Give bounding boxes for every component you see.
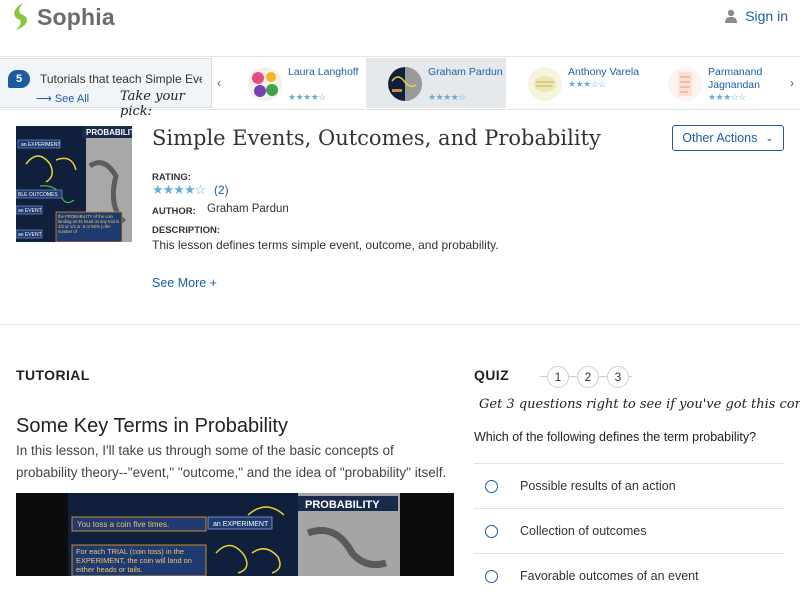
- thumb-label-event-2: an EVENT: [18, 232, 42, 238]
- sign-in-link[interactable]: Sign in: [725, 8, 788, 24]
- see-all-label: See All: [54, 93, 90, 105]
- tutor-name: Parmanand Jagnandan: [708, 66, 763, 91]
- radio-button[interactable]: [485, 569, 498, 583]
- sophia-leaf-icon: [14, 3, 28, 30]
- quiz-question: Which of the following defines the term …: [474, 430, 757, 444]
- thumb-probability-note: the PROBABILITY of the coin landing on i…: [58, 214, 119, 234]
- tutorial-intro: In this lesson, I'll take us through som…: [16, 443, 447, 480]
- tutorial-card-anthony[interactable]: Anthony Varela ★★★☆☆: [506, 58, 646, 108]
- chevron-right-icon: ›: [790, 76, 794, 90]
- lesson-overview: PROBABILITY an EXPERIMENT BLE OUTCOMES a…: [0, 110, 800, 325]
- author-name: Graham Pardun: [207, 203, 289, 215]
- tutorial-count-badge: 5: [8, 70, 30, 88]
- radio-button[interactable]: [485, 479, 498, 493]
- chevron-left-icon: ‹: [217, 76, 221, 90]
- quiz-step-2[interactable]: 2: [577, 366, 599, 388]
- quiz-option[interactable]: Possible results of an action: [474, 463, 784, 508]
- tutorial-video-player[interactable]: PROBABILITY You toss a coin five times. …: [16, 493, 454, 576]
- quiz-option-text: Favorable outcomes of an event: [520, 569, 699, 583]
- tutorial-thumbnail: [668, 67, 702, 101]
- tutorial-thumbnail: [248, 67, 282, 101]
- thumb-label-experiment: an EXPERIMENT: [21, 142, 60, 148]
- tutor-rating-stars: ★★★☆☆: [568, 79, 606, 89]
- tutorial-card-parmanand[interactable]: Parmanand Jagnandan ★★★☆☆: [646, 58, 786, 108]
- thumb-label-event: an EVENT: [18, 208, 42, 214]
- lesson-description: This lesson defines terms simple event, …: [152, 238, 499, 252]
- tutorial-card-graham[interactable]: Graham Pardun ★★★★☆: [366, 58, 506, 108]
- quiz-option-text: Collection of outcomes: [520, 524, 647, 538]
- quiz-step-1[interactable]: 1: [547, 366, 569, 388]
- tutor-name: Laura Langhoff: [288, 66, 359, 78]
- rating-count-link[interactable]: (2): [214, 183, 229, 197]
- user-icon: [725, 9, 738, 23]
- description-label: DESCRIPTION:: [152, 225, 221, 236]
- thumb-label-outcomes: BLE OUTCOMES: [18, 192, 58, 198]
- tutorial-card-laura[interactable]: Laura Langhoff ★★★★☆: [226, 58, 366, 108]
- carousel-prev-button[interactable]: ‹: [212, 58, 226, 108]
- logo-text: Sophia: [37, 3, 115, 30]
- tutor-rating-stars: ★★★☆☆: [708, 92, 746, 102]
- tutorials-strip: 5 Tutorials that teach Simple Events, Ou…: [0, 57, 800, 119]
- video-line-2: For each TRIAL (coin toss) in the EXPERI…: [76, 547, 192, 574]
- tutorial-thumbnail: [528, 67, 562, 101]
- arrow-right-icon: ⟶: [36, 93, 52, 105]
- sign-in-label: Sign in: [745, 8, 788, 24]
- tutor-name: Anthony Varela: [568, 66, 640, 78]
- tutor-name: Graham Pardun: [428, 66, 503, 78]
- tutorial-thumbnail: [388, 67, 422, 101]
- other-actions-button[interactable]: Other Actions ⌄: [672, 125, 784, 151]
- tutor-rating-stars: ★★★★☆: [428, 92, 466, 102]
- quiz-section-label: QUIZ: [474, 367, 510, 383]
- chevron-down-icon: ⌄: [765, 132, 774, 144]
- lesson-title: Simple Events, Outcomes, and Probability: [152, 126, 601, 150]
- video-title: PROBABILITY: [305, 499, 380, 511]
- quiz-step-3[interactable]: 3: [607, 366, 629, 388]
- video-line-1: You toss a coin five times.: [77, 520, 169, 529]
- lesson-rating-stars: ★★★★☆: [152, 182, 206, 197]
- lesson-thumbnail[interactable]: PROBABILITY an EXPERIMENT BLE OUTCOMES a…: [16, 126, 132, 242]
- see-all-link[interactable]: ⟶ See All: [36, 92, 89, 105]
- other-actions-label: Other Actions: [682, 131, 758, 145]
- tutor-rating-stars: ★★★★☆: [288, 92, 326, 102]
- quiz-option-text: Possible results of an action: [520, 479, 676, 493]
- tutorial-heading: Some Key Terms in Probability: [16, 415, 288, 437]
- carousel-next-button[interactable]: ›: [785, 58, 799, 108]
- radio-button[interactable]: [485, 524, 498, 538]
- sophia-logo[interactable]: Sophia: [10, 2, 115, 32]
- quiz-option[interactable]: Collection of outcomes: [474, 508, 784, 553]
- tutorial-section-label: TUTORIAL: [16, 367, 90, 383]
- author-label: AUTHOR:: [152, 206, 196, 217]
- see-more-link[interactable]: See More +: [152, 276, 217, 290]
- site-header: Sophia Sign in: [0, 0, 800, 57]
- quiz-goal-text: Get 3 questions right to see if you've g…: [479, 397, 800, 412]
- tutorials-intro: 5 Tutorials that teach Simple Events, Ou…: [0, 58, 212, 119]
- video-tag: an EXPERIMENT: [213, 521, 269, 528]
- tutorials-title: Tutorials that teach Simple Events, Outc…: [40, 72, 202, 86]
- thumb-caption: PROBABILITY: [86, 128, 132, 137]
